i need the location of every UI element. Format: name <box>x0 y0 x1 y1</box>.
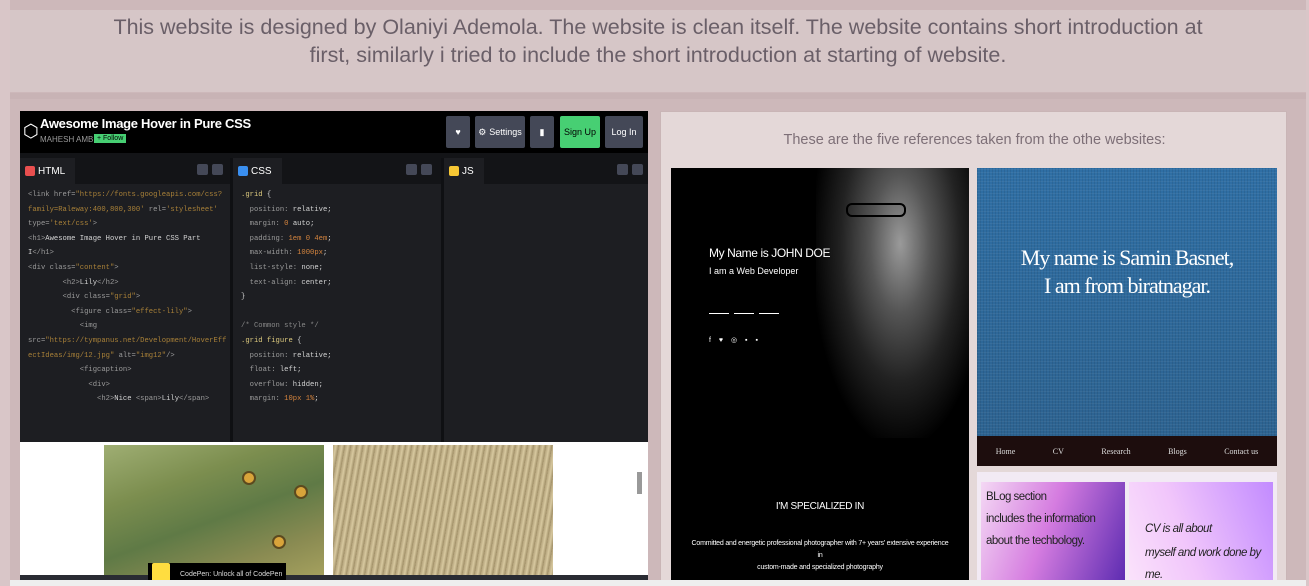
gear-icon[interactable] <box>197 164 208 175</box>
settings-label: Settings <box>489 127 522 137</box>
sb-nav-home[interactable]: Home <box>996 447 1016 456</box>
tab-css-label: CSS <box>251 165 272 177</box>
social-icons[interactable]: f ♥ ◎ ▪ ▪ <box>709 336 761 344</box>
html-badge-icon <box>25 166 35 176</box>
html-pane-header: HTML <box>20 158 230 184</box>
horizontal-scrollbar[interactable] <box>10 580 1306 586</box>
chevron-down-icon[interactable] <box>212 164 223 175</box>
jd-nav-underline <box>759 313 779 314</box>
sb-nav-cv[interactable]: CV <box>1053 447 1064 456</box>
heart-button[interactable]: ♥ <box>446 116 470 148</box>
flower-icon <box>272 535 286 549</box>
gear-icon[interactable] <box>406 164 417 175</box>
chevron-down-icon[interactable] <box>421 164 432 175</box>
bookmark-icon: ▮ <box>539 126 545 137</box>
js-badge-icon <box>449 166 459 176</box>
intro-line-1: This website is designed by Olaniyi Adem… <box>113 15 1203 39</box>
flower-icon <box>242 471 256 485</box>
sb-line-2: I am from biratnagar. <box>1044 273 1211 298</box>
gear-icon: ⚙ <box>478 126 487 137</box>
jd-name: My Name is JOHN DOE <box>709 246 831 260</box>
codepen-logo-icon: ⬡ <box>23 121 39 141</box>
card-text: BLog section <box>986 491 1047 503</box>
intro-line-2: first, similarly i tried to include the … <box>309 43 1007 67</box>
login-button[interactable]: Log In <box>605 116 643 148</box>
card-text: includes the information <box>986 513 1096 525</box>
tab-html-label: HTML <box>38 165 66 177</box>
intro-text: This website is designed by Olaniyi Adem… <box>10 10 1306 92</box>
settings-button[interactable]: ⚙ Settings <box>475 116 525 148</box>
gear-icon[interactable] <box>617 164 628 175</box>
preview-image-wheat <box>333 445 553 575</box>
divider <box>10 93 1306 99</box>
reference-cards: BLog section includes the information ab… <box>977 472 1277 586</box>
blog-card: BLog section includes the information ab… <box>981 482 1125 586</box>
bookmark-button[interactable]: ▮ <box>530 116 554 148</box>
preview-image-meadow <box>104 445 324 575</box>
jd-nav-underline <box>734 313 754 314</box>
css-badge-icon <box>238 166 248 176</box>
sb-navbar: Home CV Research Blogs Contact us <box>977 436 1277 466</box>
pen-title: Awesome Image Hover in Pure CSS <box>40 116 251 131</box>
flower-icon <box>294 485 308 499</box>
reference-samin-basnet: My name is Samin Basnet, I am from birat… <box>977 168 1277 464</box>
card-text: about the techbology. <box>986 535 1085 547</box>
sb-nav-contact[interactable]: Contact us <box>1224 447 1258 456</box>
preview-scrollbar[interactable] <box>637 472 642 494</box>
cv-card: CV is all about myself and work done by … <box>1129 482 1273 586</box>
css-code: .grid { position: relative; margin: 0 au… <box>241 191 332 404</box>
tab-js[interactable]: JS <box>444 158 484 184</box>
jd-role: I am a Web Developer <box>709 266 799 276</box>
sb-intro: My name is Samin Basnet, I am from birat… <box>977 244 1277 300</box>
follow-button[interactable]: + Follow <box>94 134 127 143</box>
card-text: CV is all about <box>1145 523 1212 535</box>
tab-js-label: JS <box>462 165 474 177</box>
sb-nav-research[interactable]: Research <box>1101 447 1130 456</box>
jd-desc-line-2: custom-made and specialized photography <box>757 564 883 571</box>
jd-desc-line-1: Committed and energetic professional pho… <box>691 540 949 559</box>
css-pane-header: CSS <box>233 158 441 184</box>
heart-icon: ♥ <box>455 127 461 137</box>
references-panel: These are the five references taken from… <box>660 111 1287 586</box>
toast-text: CodePen: Unlock all of CodePen <box>180 571 283 578</box>
jd-specialized: I'M SPECIALIZED IN <box>775 501 865 512</box>
jd-description: Committed and energetic professional pho… <box>691 538 949 574</box>
jd-nav-underline <box>709 313 729 314</box>
tab-html[interactable]: HTML <box>20 158 76 184</box>
glasses-shape <box>846 203 906 217</box>
codepen-header: ⬡ Awesome Image Hover in Pure CSS MAHESH… <box>20 111 648 153</box>
references-heading: These are the five references taken from… <box>783 132 1166 148</box>
js-pane-header: JS <box>444 158 648 184</box>
tab-css[interactable]: CSS <box>233 158 282 184</box>
html-code: <link href="https://fonts.googleapis.com… <box>28 191 227 404</box>
signup-button[interactable]: Sign Up <box>560 116 600 148</box>
chevron-down-icon[interactable] <box>632 164 643 175</box>
sb-nav-blogs[interactable]: Blogs <box>1168 447 1187 456</box>
reference-john-doe: My Name is JOHN DOE I am a Web Developer… <box>671 168 969 586</box>
sb-line-1: My name is Samin Basnet, <box>1020 245 1234 270</box>
